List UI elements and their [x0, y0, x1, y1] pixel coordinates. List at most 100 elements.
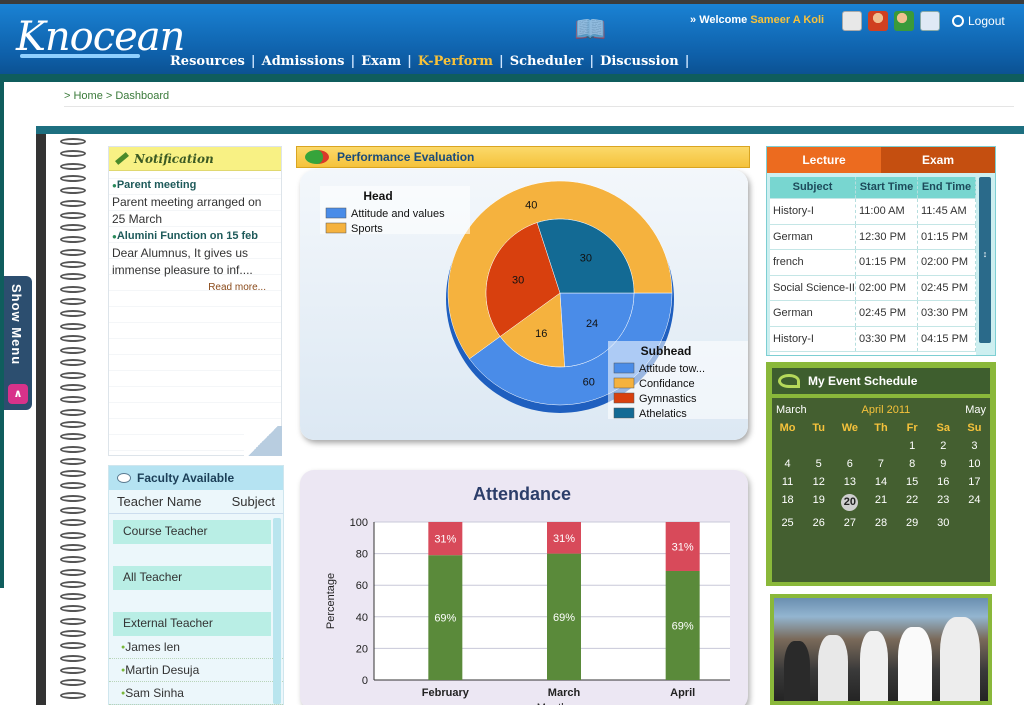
- spiral-ring: [60, 371, 86, 379]
- table-cell: 12:30 PM: [856, 224, 918, 249]
- schedule-scrollbar[interactable]: ↕: [979, 177, 991, 343]
- x-tick-label: April: [670, 687, 695, 699]
- main-nav: Resources | Admissions | Exam | K-Perform | …: [164, 54, 689, 69]
- y-tick-label: 0: [362, 675, 368, 687]
- calendar-day[interactable]: 14: [865, 476, 896, 488]
- user-name: Sameer A Koli: [750, 14, 825, 26]
- spiral-ring: [60, 334, 86, 342]
- table-row[interactable]: Social Science-II 02:00 PM 02:45 PM: [770, 275, 976, 301]
- calendar-day[interactable]: 25: [772, 517, 803, 529]
- logout-button[interactable]: Logout: [952, 14, 1005, 28]
- breadcrumb[interactable]: > Home > Dashboard: [64, 90, 169, 102]
- read-more-link[interactable]: Read more...: [112, 279, 278, 296]
- calendar-empty-cell: [834, 440, 865, 452]
- faculty-title: Faculty Available: [137, 471, 235, 485]
- group-external-teacher[interactable]: External Teacher: [113, 612, 271, 636]
- calendar-weekday: Su: [967, 422, 982, 434]
- schedule-panel: Lecture Exam Subject Start Time End Time Hi…: [766, 146, 996, 356]
- nav-admissions[interactable]: Admissions: [256, 54, 351, 69]
- photo-figure: [784, 641, 810, 701]
- calendar-day[interactable]: 19: [803, 494, 834, 511]
- performance-chart: 60 40 24 16 30 30 Head Attitude and values Sport…: [320, 180, 748, 420]
- calendar-day[interactable]: 4: [772, 458, 803, 470]
- calendar-day[interactable]: 28: [865, 517, 896, 529]
- welcome-prefix: Welcome: [699, 14, 748, 26]
- y-tick-label: 100: [350, 517, 368, 529]
- group-all-teacher[interactable]: All Teacher: [113, 566, 271, 590]
- messages-icon[interactable]: [920, 11, 940, 31]
- table-cell: 11:00 AM: [856, 199, 918, 224]
- calendar-next-month[interactable]: May: [965, 404, 986, 416]
- calendar-day[interactable]: 3: [959, 440, 990, 452]
- calendar-day[interactable]: 16: [928, 476, 959, 488]
- breadcrumb-divider: [64, 106, 1014, 107]
- user-profile-icon[interactable]: [868, 11, 888, 31]
- photo-figure: [940, 617, 980, 701]
- logout-label: Logout: [968, 14, 1005, 28]
- calendar-day[interactable]: 23: [928, 494, 959, 511]
- faculty-person[interactable]: Martin Desuja: [109, 659, 283, 682]
- group-course-teacher[interactable]: Course Teacher: [113, 520, 271, 544]
- table-row[interactable]: french 01:15 PM 02:00 PM: [770, 250, 976, 276]
- calendar-day[interactable]: 27: [834, 517, 865, 529]
- spiral-ring: [60, 470, 86, 478]
- calendar-day[interactable]: 30: [928, 517, 959, 529]
- nav-scheduler[interactable]: Scheduler: [504, 54, 590, 69]
- header-strip: [0, 74, 1024, 82]
- calendar-day[interactable]: 2: [928, 440, 959, 452]
- spiral-ring: [60, 384, 86, 391]
- calendar-day[interactable]: 21: [865, 494, 896, 511]
- calendar-day[interactable]: 18: [772, 494, 803, 511]
- calendar-day[interactable]: 6: [834, 458, 865, 470]
- tab-exam[interactable]: Exam: [881, 147, 995, 173]
- calendar-day[interactable]: 15: [897, 476, 928, 488]
- calendar-day[interactable]: 12: [803, 476, 834, 488]
- subhead-legend-label: Athelatics: [639, 408, 687, 420]
- spiral-ring: [60, 150, 86, 158]
- calendar-day[interactable]: 11: [772, 476, 803, 488]
- nav-resources[interactable]: Resources: [164, 54, 251, 69]
- nav-exam[interactable]: Exam: [355, 54, 407, 69]
- photo-figure: [818, 635, 848, 701]
- spiral-ring: [60, 199, 86, 207]
- calendar-day[interactable]: 26: [803, 517, 834, 529]
- show-menu-label: Show Menu: [9, 284, 24, 366]
- faculty-person[interactable]: James len: [109, 636, 283, 659]
- users-group-icon[interactable]: [894, 11, 914, 31]
- faculty-person[interactable]: Sam Sinha: [109, 682, 283, 705]
- tab-lecture[interactable]: Lecture: [767, 147, 881, 173]
- pie-inner-label: 24: [586, 318, 598, 330]
- table-row[interactable]: German 12:30 PM 01:15 PM: [770, 224, 976, 250]
- table-cell: History-I: [770, 326, 856, 351]
- calendar-day[interactable]: 17: [959, 476, 990, 488]
- head-legend-label: Sports: [351, 223, 383, 235]
- calendar-day[interactable]: 8: [897, 458, 928, 470]
- document-icon[interactable]: [842, 11, 862, 31]
- calendar-prev-month[interactable]: March: [776, 404, 807, 416]
- nav-discussion[interactable]: Discussion: [594, 54, 685, 69]
- notification-item-title[interactable]: Alumini Function on 15 feb: [112, 228, 278, 245]
- header: Knocean 📖 Resources | Admissions | Exam | K…: [0, 0, 1024, 82]
- x-tick-label: February: [422, 687, 470, 699]
- calendar-day[interactable]: 29: [897, 517, 928, 529]
- calendar-day[interactable]: 9: [928, 458, 959, 470]
- nav-k-perform[interactable]: K-Perform: [412, 54, 499, 69]
- schedule-column-header: Subject: [770, 177, 856, 198]
- table-row[interactable]: History-I 11:00 AM 11:45 AM: [770, 199, 976, 225]
- calendar-day[interactable]: 22: [897, 494, 928, 511]
- calendar-day[interactable]: 10: [959, 458, 990, 470]
- calendar-day[interactable]: 13: [834, 476, 865, 488]
- table-row[interactable]: German 02:45 PM 03:30 PM: [770, 301, 976, 327]
- faculty-scrollbar[interactable]: [273, 518, 281, 704]
- table-cell: German: [770, 224, 856, 249]
- calendar-day[interactable]: 1: [897, 440, 928, 452]
- power-icon: [952, 15, 964, 27]
- calendar-today[interactable]: 20: [834, 494, 865, 511]
- calendar-day[interactable]: 5: [803, 458, 834, 470]
- show-menu-button[interactable]: Show Menu ∧: [4, 276, 32, 410]
- table-row[interactable]: History-I 03:30 PM 04:15 PM: [770, 326, 976, 352]
- spiral-ring: [60, 285, 86, 293]
- calendar-day[interactable]: 7: [865, 458, 896, 470]
- notification-item-title[interactable]: Parent meeting: [112, 177, 278, 194]
- calendar-day[interactable]: 24: [959, 494, 990, 511]
